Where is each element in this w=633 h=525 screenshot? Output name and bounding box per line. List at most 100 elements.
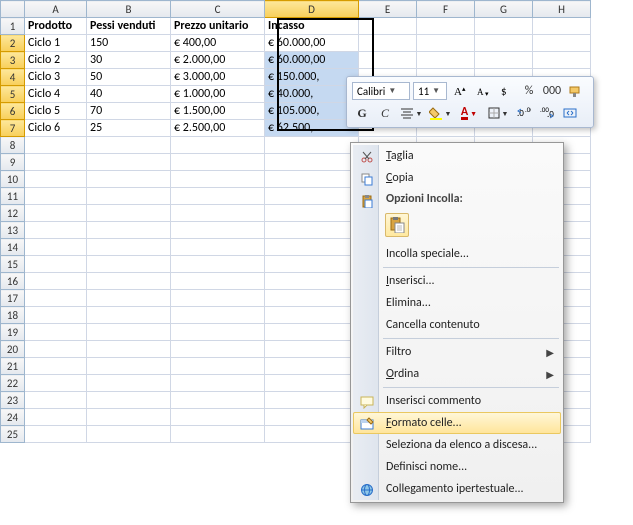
cell-A24[interactable] — [25, 409, 87, 426]
bold-button[interactable]: G — [352, 103, 372, 123]
cell-G2[interactable] — [475, 35, 533, 52]
row-header[interactable]: 20 — [1, 341, 25, 358]
col-header-F[interactable]: F — [417, 1, 475, 18]
cell-B2[interactable]: 150 — [87, 35, 171, 52]
cell-A12[interactable] — [25, 205, 87, 222]
ctx-clear-contents[interactable]: Cancella contenuto — [353, 314, 561, 336]
col-header-A[interactable]: A — [25, 1, 87, 18]
cell-D11[interactable] — [265, 188, 359, 205]
cell-A5[interactable]: Ciclo 4 — [25, 86, 87, 103]
cell-B25[interactable] — [87, 426, 171, 443]
cell-B24[interactable] — [87, 409, 171, 426]
row-header[interactable]: 1 — [1, 18, 25, 35]
cell-D22[interactable] — [265, 375, 359, 392]
col-header-B[interactable]: B — [87, 1, 171, 18]
borders-button[interactable]: ▼ — [485, 103, 511, 123]
cell-B16[interactable] — [87, 273, 171, 290]
cell-D7[interactable]: € 62.500, — [265, 120, 359, 137]
cell-D9[interactable] — [265, 154, 359, 171]
cell-D15[interactable] — [265, 256, 359, 273]
decrease-decimal-button[interactable]: .00.0 — [537, 103, 557, 123]
cell-C3[interactable]: € 2.000,00 — [171, 52, 265, 69]
cell-G3[interactable] — [475, 52, 533, 69]
cell-F2[interactable] — [417, 35, 475, 52]
col-header-G[interactable]: G — [475, 1, 533, 18]
cell-B3[interactable]: 30 — [87, 52, 171, 69]
row-header[interactable]: 8 — [1, 137, 25, 154]
cell-B13[interactable] — [87, 222, 171, 239]
ctx-insert-comment[interactable]: Inserisci commento — [353, 390, 561, 412]
ctx-pick-from-list[interactable]: Seleziona da elenco a discesa... — [353, 434, 561, 456]
ctx-paste-special[interactable]: Incolla speciale... — [353, 243, 561, 265]
cell-B8[interactable] — [87, 137, 171, 154]
cell-C6[interactable]: € 1.500,00 — [171, 103, 265, 120]
cell-B5[interactable]: 40 — [87, 86, 171, 103]
cell-B23[interactable] — [87, 392, 171, 409]
cell-B11[interactable] — [87, 188, 171, 205]
cell-C21[interactable] — [171, 358, 265, 375]
cell-D23[interactable] — [265, 392, 359, 409]
cell-G1[interactable] — [475, 18, 533, 35]
row-header[interactable]: 3 — [1, 52, 25, 69]
cell-B1[interactable]: Pessi venduti — [87, 18, 171, 35]
cell-A25[interactable] — [25, 426, 87, 443]
cell-C19[interactable] — [171, 324, 265, 341]
row-header[interactable]: 10 — [1, 171, 25, 188]
cell-B15[interactable] — [87, 256, 171, 273]
cell-D4[interactable]: € 150.000, — [265, 69, 359, 86]
font-family-select[interactable]: Calibri▼ — [352, 82, 410, 100]
cell-C10[interactable] — [171, 171, 265, 188]
cell-A3[interactable]: Ciclo 2 — [25, 52, 87, 69]
cell-A16[interactable] — [25, 273, 87, 290]
cell-B4[interactable]: 50 — [87, 69, 171, 86]
row-header[interactable]: 7 — [1, 120, 25, 137]
cell-C13[interactable] — [171, 222, 265, 239]
comma-format-button[interactable]: 000 — [542, 81, 562, 101]
cell-A18[interactable] — [25, 307, 87, 324]
cell-C18[interactable] — [171, 307, 265, 324]
col-header-H[interactable]: H — [533, 1, 591, 18]
merge-center-button[interactable] — [560, 103, 580, 123]
ctx-cut[interactable]: Taglia — [353, 145, 561, 167]
cell-C5[interactable]: € 1.000,00 — [171, 86, 265, 103]
cell-D17[interactable] — [265, 290, 359, 307]
cell-H3[interactable] — [533, 52, 591, 69]
cell-A11[interactable] — [25, 188, 87, 205]
cell-D25[interactable] — [265, 426, 359, 443]
ctx-filter[interactable]: Filtro ▶ — [353, 341, 561, 363]
cell-D10[interactable] — [265, 171, 359, 188]
row-header[interactable]: 21 — [1, 358, 25, 375]
cell-E2[interactable] — [359, 35, 417, 52]
row-header[interactable]: 14 — [1, 239, 25, 256]
cell-D18[interactable] — [265, 307, 359, 324]
cell-B18[interactable] — [87, 307, 171, 324]
cell-A8[interactable] — [25, 137, 87, 154]
cell-B10[interactable] — [87, 171, 171, 188]
percent-format-button[interactable]: % — [519, 81, 539, 101]
cell-C8[interactable] — [171, 137, 265, 154]
select-all-corner[interactable] — [1, 1, 25, 18]
cell-C12[interactable] — [171, 205, 265, 222]
cell-D19[interactable] — [265, 324, 359, 341]
cell-A23[interactable] — [25, 392, 87, 409]
cell-A19[interactable] — [25, 324, 87, 341]
cell-D16[interactable] — [265, 273, 359, 290]
cell-C1[interactable]: Prezzo unitario — [171, 18, 265, 35]
cell-A6[interactable]: Ciclo 5 — [25, 103, 87, 120]
cell-D3[interactable]: € 60.000,00 — [265, 52, 359, 69]
cell-B9[interactable] — [87, 154, 171, 171]
grow-font-button[interactable]: A▴ — [450, 81, 470, 101]
cell-B7[interactable]: 25 — [87, 120, 171, 137]
cell-A2[interactable]: Ciclo 1 — [25, 35, 87, 52]
cell-C11[interactable] — [171, 188, 265, 205]
cell-C16[interactable] — [171, 273, 265, 290]
cell-D20[interactable] — [265, 341, 359, 358]
cell-A21[interactable] — [25, 358, 87, 375]
paste-default-button[interactable] — [385, 213, 409, 237]
row-header[interactable]: 5 — [1, 86, 25, 103]
ctx-insert[interactable]: Inserisci... — [353, 270, 561, 292]
cell-D5[interactable]: € 40.000, — [265, 86, 359, 103]
cell-D2[interactable]: € 60.000,00 — [265, 35, 359, 52]
cell-A9[interactable] — [25, 154, 87, 171]
cell-B17[interactable] — [87, 290, 171, 307]
